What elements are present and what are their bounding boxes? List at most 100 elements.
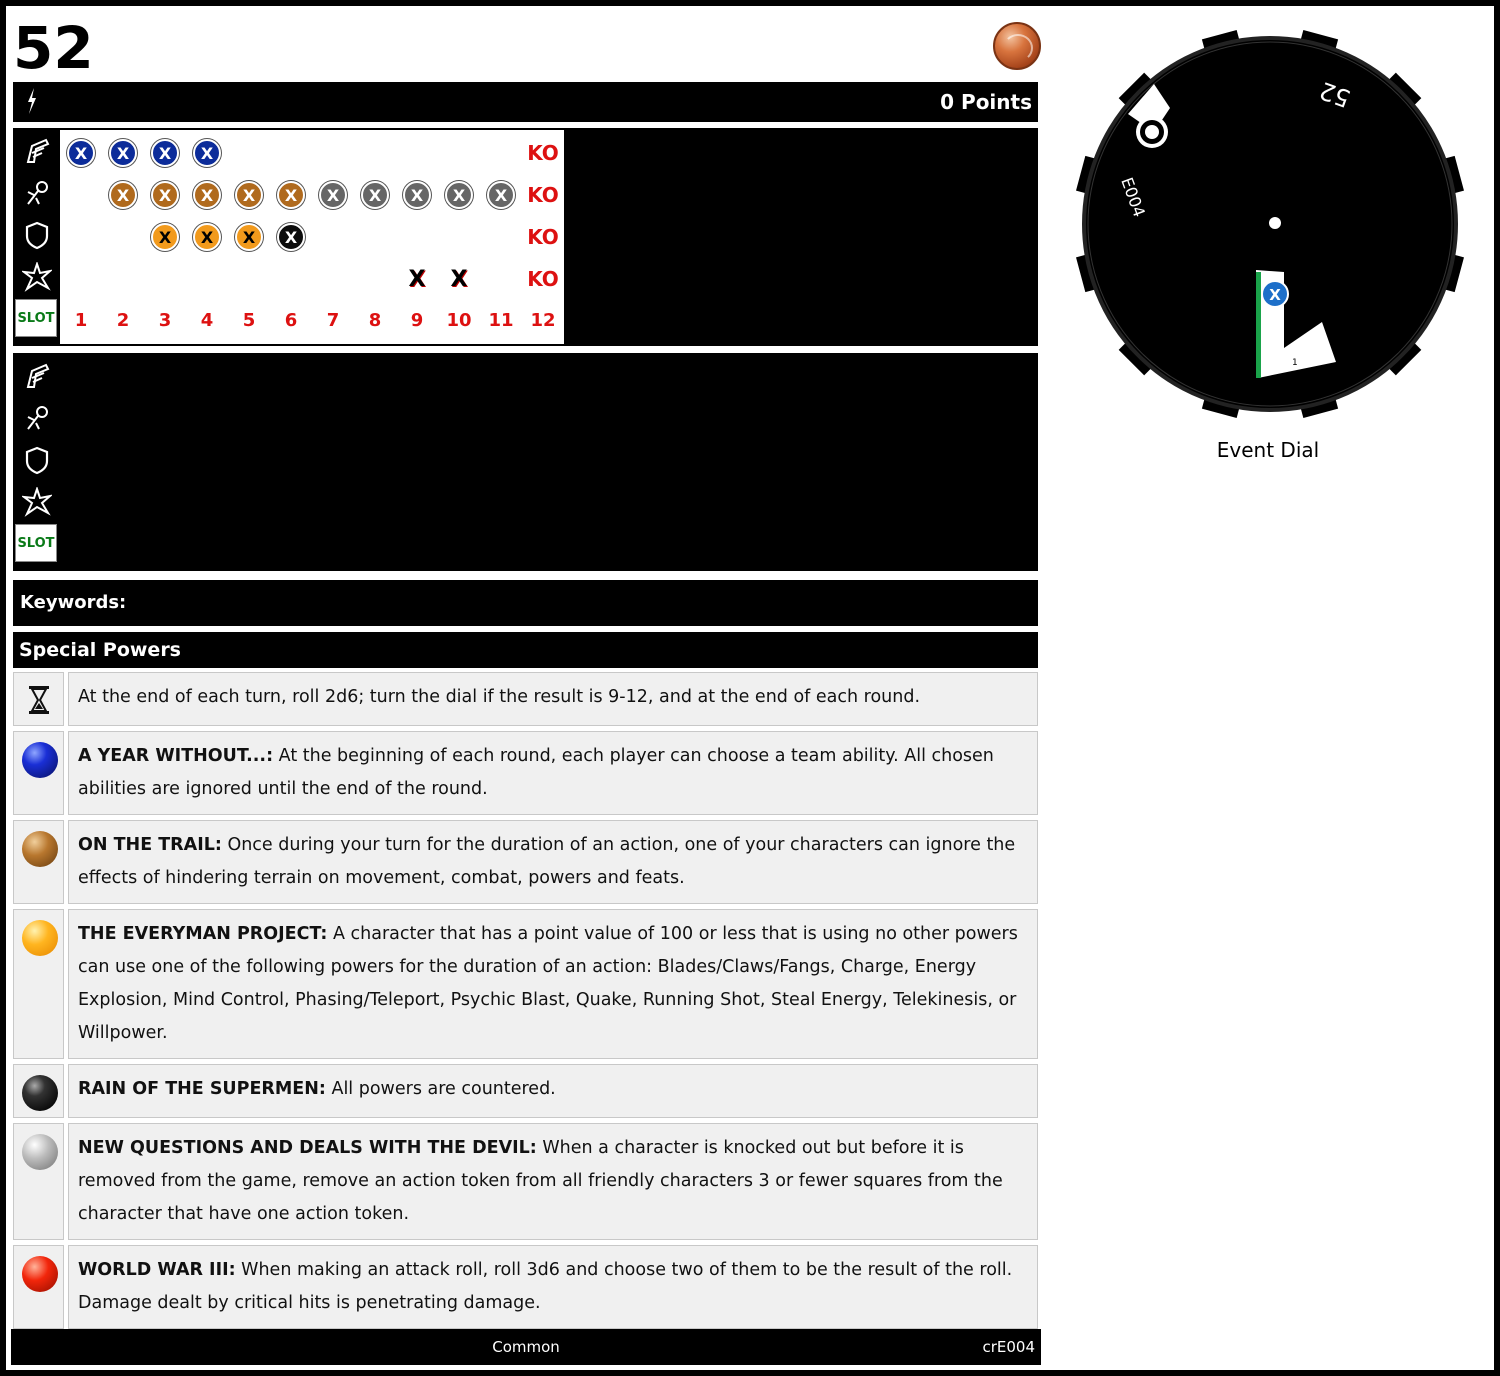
slot-number: 4 (200, 309, 214, 331)
card-title: 52 (13, 14, 94, 82)
dial-token: X (315, 177, 351, 213)
damage-icon (15, 481, 59, 523)
dial-token-mark: X (319, 181, 347, 209)
dial-token: X (441, 177, 477, 213)
attack-icon (15, 397, 59, 439)
keywords-bar: Keywords: (13, 580, 1038, 626)
slot-label: SLOT (15, 524, 57, 562)
dial-token: X (105, 177, 141, 213)
dial-token: X (147, 135, 183, 171)
special-power-icon-cell (13, 731, 64, 815)
dial-token: X (63, 135, 99, 171)
speed-icon (15, 355, 59, 397)
special-power-description: At the end of each turn, roll 2d6; turn … (78, 687, 921, 707)
defense-icon (15, 439, 59, 481)
ko-marker: KO (527, 141, 559, 165)
dial-token-mark: X (487, 181, 515, 209)
special-power-icon-cell (13, 1123, 64, 1240)
special-power-name: A YEAR WITHOUT...: (78, 746, 274, 766)
special-power-row: NEW QUESTIONS AND DEALS WITH THE DEVIL: … (13, 1123, 1038, 1240)
dial-token: X (273, 219, 309, 255)
special-power-text: THE EVERYMAN PROJECT: A character that h… (68, 909, 1038, 1059)
special-power-text: At the end of each turn, roll 2d6; turn … (68, 672, 1038, 726)
points-value: 0 Points (940, 90, 1032, 114)
slot-number: 1 (74, 309, 88, 331)
dial-token-mark: X (403, 181, 431, 209)
special-power-row: At the end of each turn, roll 2d6; turn … (13, 672, 1038, 726)
special-power-icon-cell (13, 672, 64, 726)
event-dial-label: Event Dial (1216, 438, 1320, 462)
special-power-row: RAIN OF THE SUPERMEN: All powers are cou… (13, 1064, 1038, 1118)
dial-token-mark: X (277, 181, 305, 209)
dial-token-mark: X (193, 223, 221, 251)
dial-token: X (399, 261, 435, 297)
special-power-row: WORLD WAR III: When making an attack rol… (13, 1245, 1038, 1329)
black-ball-icon (22, 1075, 58, 1111)
slot-number: 6 (284, 309, 298, 331)
special-power-name: NEW QUESTIONS AND DEALS WITH THE DEVIL: (78, 1138, 537, 1158)
dial-token-mark: X (408, 266, 426, 292)
orange-ball-icon (22, 920, 58, 956)
dial-token-mark: X (445, 181, 473, 209)
special-power-icon-cell (13, 1064, 64, 1118)
dial-token-mark: X (151, 223, 179, 251)
special-power-text: ON THE TRAIL: Once during your turn for … (68, 820, 1038, 904)
slot-number: 12 (530, 309, 556, 331)
dial-token: X (147, 219, 183, 255)
bronze-ball-icon (22, 831, 58, 867)
special-power-icon-cell (13, 909, 64, 1059)
dial-token: X (147, 177, 183, 213)
stat-icon-column: SLOT (15, 130, 59, 337)
dial-token: X (189, 219, 225, 255)
special-powers-header: Special Powers (13, 632, 1038, 668)
ko-marker: KO (527, 225, 559, 249)
combat-dial-grid: SLOT X X X X KO X X X X X X X X X X KO X X X X KO X X KO 1 2 3 4 5 6 7… (13, 128, 1038, 346)
red-ball-icon (22, 1256, 58, 1292)
dial-token: X (441, 261, 477, 297)
ko-marker: KO (527, 183, 559, 207)
dial-token-mark: X (151, 139, 179, 167)
dial-center-pin (1269, 217, 1281, 229)
speed-icon (15, 130, 59, 172)
special-power-text: WORLD WAR III: When making an attack rol… (68, 1245, 1038, 1329)
dial-token-mark: X (361, 181, 389, 209)
dial-token: X (483, 177, 519, 213)
special-power-name: RAIN OF THE SUPERMEN: (78, 1079, 326, 1099)
special-power-icon-cell (13, 820, 64, 904)
special-power-row: ON THE TRAIL: Once during your turn for … (13, 820, 1038, 904)
slot-number: 3 (158, 309, 172, 331)
dial-token-mark: X (235, 223, 263, 251)
dial-token-mark: X (277, 223, 305, 251)
dial-token: X (357, 177, 393, 213)
hourglass-icon (27, 685, 51, 719)
dial-token: X (273, 177, 309, 213)
dial-token: X (231, 177, 267, 213)
dial-token-mark: X (67, 139, 95, 167)
dial-token-mark: X (193, 139, 221, 167)
dial-token: X (189, 135, 225, 171)
special-power-row: THE EVERYMAN PROJECT: A character that h… (13, 909, 1038, 1059)
dial-window-token-text: X (1269, 286, 1281, 304)
special-power-name: THE EVERYMAN PROJECT: (78, 924, 328, 944)
blue-ball-icon (22, 742, 58, 778)
event-dial-svg: E004 52 X 1 (1076, 30, 1464, 418)
slot-number: 10 (446, 309, 472, 331)
slot-label: SLOT (15, 299, 57, 337)
slot-number: 8 (368, 309, 382, 331)
gray-ball-icon (22, 1134, 58, 1170)
card-footer: Common crE004 (11, 1329, 1041, 1365)
slot-number: 2 (116, 309, 130, 331)
special-power-name: ON THE TRAIL: (78, 835, 222, 855)
slot-number: 9 (410, 309, 424, 331)
dial-token-mark: X (450, 266, 468, 292)
ko-marker: KO (527, 267, 559, 291)
special-power-icon-cell (13, 1245, 64, 1329)
collector-code: crE004 (982, 1338, 1035, 1356)
card-frame: 52 0 Points SLOT X X X X KO X X X X X X X X X X KO X X X X K… (6, 6, 1494, 1370)
dial-token-mark: X (235, 181, 263, 209)
dial-token-grid: X X X X KO X X X X X X X X X X KO X X X X KO X X KO 1 2 3 4 5 6 7 8 9 10 1… (60, 130, 564, 344)
dial-token: X (231, 219, 267, 255)
slot-number: 7 (326, 309, 340, 331)
dial-token-mark: X (109, 181, 137, 209)
dial-token-mark: X (151, 181, 179, 209)
